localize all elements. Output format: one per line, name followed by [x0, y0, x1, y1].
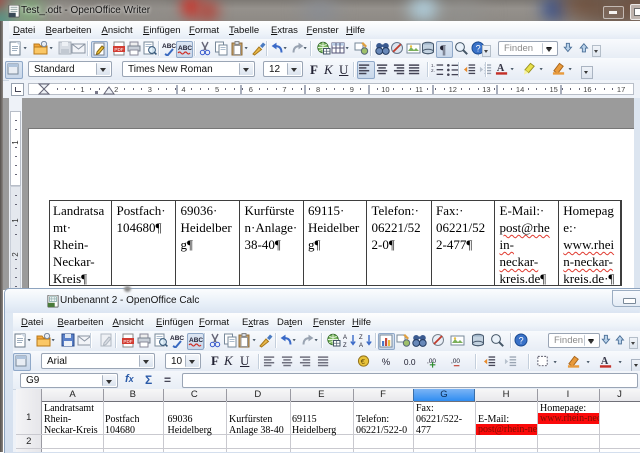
svg-text:%: % [382, 357, 390, 367]
svg-text:?: ? [519, 336, 524, 346]
svg-text:ABC: ABC [178, 45, 192, 52]
svg-text:A: A [359, 343, 363, 348]
svg-text:0.0: 0.0 [404, 357, 416, 367]
svg-text:,00: ,00 [451, 358, 460, 365]
svg-text:ABC: ABC [162, 43, 176, 50]
svg-text:A: A [343, 335, 347, 341]
svg-text:Z: Z [343, 343, 347, 348]
svg-text:PDF: PDF [123, 339, 132, 344]
svg-text:PDF: PDF [114, 47, 123, 52]
svg-text:A: A [601, 356, 609, 367]
svg-text:2.: 2. [431, 68, 435, 73]
svg-text:?: ? [476, 44, 481, 54]
svg-text:Z: Z [359, 335, 363, 341]
svg-text:A: A [497, 63, 505, 74]
svg-text:¶: ¶ [440, 42, 446, 57]
svg-text:,00: ,00 [427, 358, 436, 365]
svg-text:ABC: ABC [189, 337, 203, 344]
svg-text:ABC: ABC [170, 335, 184, 342]
